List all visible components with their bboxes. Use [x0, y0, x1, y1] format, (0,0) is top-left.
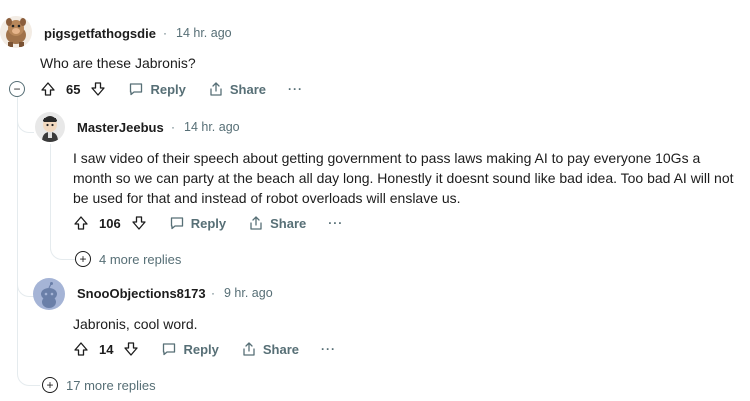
meta-separator: ·: [163, 26, 167, 40]
more-replies-label: 4 more replies: [99, 251, 182, 267]
thread-curve-comment-2-more: [50, 236, 75, 260]
speech-bubble-icon: [128, 81, 144, 97]
comment-timestamp[interactable]: 9 hr. ago: [224, 286, 273, 300]
vote-score: 65: [66, 81, 81, 97]
thread-curve-more-replies: [17, 360, 40, 386]
thread-line-comment-2: [50, 144, 51, 250]
avatar-masterjeebus[interactable]: [35, 112, 65, 142]
reply-button[interactable]: Reply: [161, 341, 219, 357]
comment-body: Jabronis, cool word.: [73, 316, 198, 332]
plus-circle-icon: +: [42, 377, 58, 393]
reply-button[interactable]: Reply: [128, 81, 186, 97]
comment-actions: 14 Reply Share ···: [73, 337, 336, 361]
more-replies-label: 17 more replies: [66, 377, 156, 393]
character-avatar-icon: [42, 116, 58, 142]
avatar-pigsgetfathogsdie[interactable]: [0, 16, 32, 48]
share-label: Share: [229, 81, 267, 97]
reply-label: Reply: [183, 341, 219, 357]
more-replies-link[interactable]: + 4 more replies: [75, 251, 181, 267]
downvote-icon[interactable]: [90, 81, 106, 97]
avatar-snooobjections8173[interactable]: [33, 278, 65, 310]
share-icon: [208, 81, 224, 97]
upvote-icon[interactable]: [73, 341, 89, 357]
reply-button[interactable]: Reply: [169, 215, 226, 231]
meta-separator: ·: [211, 286, 215, 300]
downvote-icon[interactable]: [123, 341, 139, 357]
upvote-icon[interactable]: [40, 81, 56, 97]
vote-controls: 106: [73, 215, 147, 231]
more-options-button[interactable]: ···: [321, 342, 336, 356]
more-options-button[interactable]: ···: [328, 216, 343, 230]
comment-actions: 106 Reply Share ···: [73, 211, 343, 235]
share-button[interactable]: Share: [248, 215, 306, 231]
speech-bubble-icon: [169, 215, 185, 231]
downvote-icon[interactable]: [131, 215, 147, 231]
share-label: Share: [262, 341, 300, 357]
plus-circle-icon: +: [75, 251, 91, 267]
share-icon: [241, 341, 257, 357]
comment-actions: 65 Reply Share ···: [40, 77, 303, 101]
comment-author[interactable]: pigsgetfathogsdie: [44, 26, 156, 41]
reply-label: Reply: [190, 215, 227, 231]
comment-timestamp[interactable]: 14 hr. ago: [176, 26, 232, 40]
collapse-thread-button[interactable]: −: [9, 81, 25, 97]
minus-icon: −: [13, 82, 21, 96]
comment-author[interactable]: SnooObjections8173: [77, 286, 206, 301]
thread-line-main: [17, 96, 18, 374]
speech-bubble-icon: [161, 341, 177, 357]
share-label: Share: [270, 215, 307, 231]
vote-controls: 65: [40, 81, 106, 97]
share-button[interactable]: Share: [208, 81, 266, 97]
more-options-button[interactable]: ···: [288, 82, 303, 96]
vote-controls: 14: [73, 341, 139, 357]
comment-author[interactable]: MasterJeebus: [77, 120, 164, 135]
comment-timestamp[interactable]: 14 hr. ago: [184, 120, 240, 134]
thread-curve-comment-2: [17, 96, 34, 133]
reply-label: Reply: [150, 81, 186, 97]
meta-separator: ·: [171, 120, 175, 134]
vote-score: 106: [99, 215, 121, 231]
snoo-avatar-icon: [41, 282, 57, 308]
comment-body: Who are these Jabronis?: [40, 55, 196, 71]
upvote-icon[interactable]: [73, 215, 89, 231]
thread-more-replies-link[interactable]: + 17 more replies: [42, 377, 156, 393]
vote-score: 14: [99, 341, 114, 357]
share-button[interactable]: Share: [241, 341, 299, 357]
comment-body: I saw video of their speech about gettin…: [73, 150, 734, 206]
thread-curve-comment-3: [17, 270, 34, 297]
pig-avatar-icon: [6, 18, 26, 47]
share-icon: [248, 215, 264, 231]
